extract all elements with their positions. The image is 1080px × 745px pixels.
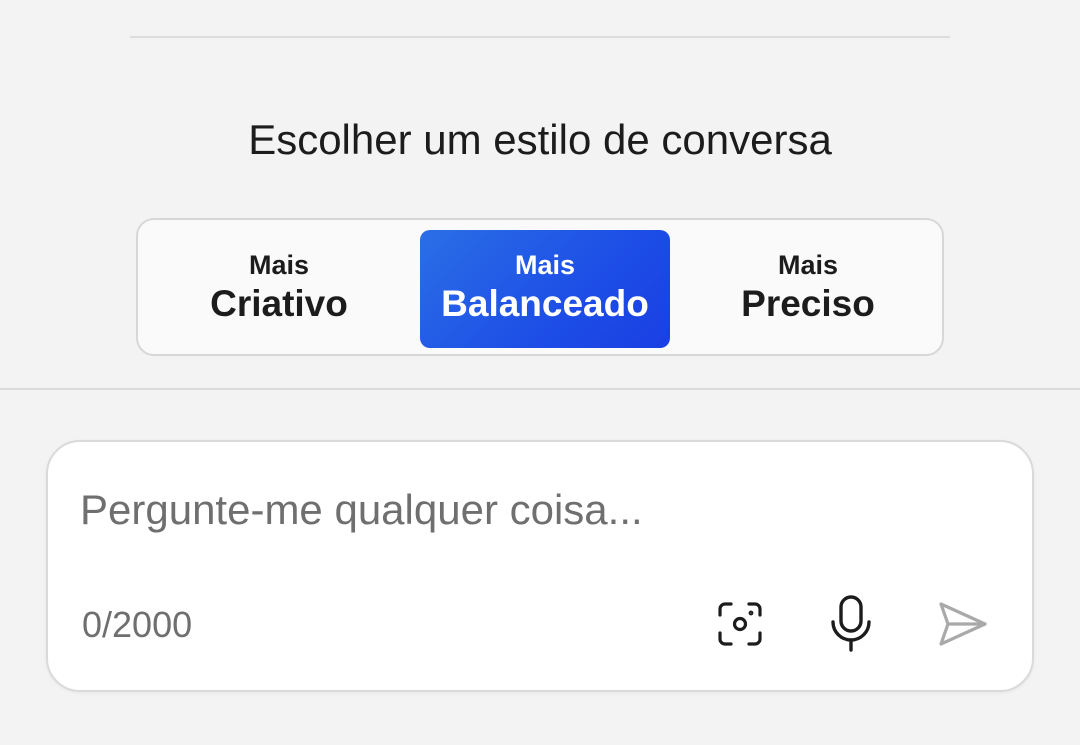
send-icon <box>939 602 987 646</box>
top-divider <box>130 36 950 38</box>
section-divider <box>0 388 1080 390</box>
conversation-style-selector: Mais Criativo Mais Balanceado Mais Preci… <box>136 218 944 356</box>
style-option-prefix: Mais <box>777 250 839 280</box>
style-option-prefix: Mais <box>248 250 310 280</box>
send-button[interactable] <box>931 592 995 656</box>
chat-input[interactable] <box>80 480 980 540</box>
conversation-style-heading: Escolher um estilo de conversa <box>248 116 832 163</box>
visual-search-icon <box>718 602 762 646</box>
microphone-button[interactable] <box>819 592 883 656</box>
style-option-precise[interactable]: Mais Preciso <box>683 230 933 348</box>
visual-search-button[interactable] <box>708 592 772 656</box>
style-option-prefix: Mais <box>514 250 576 280</box>
style-option-label: Criativo <box>210 283 348 324</box>
style-option-balanced[interactable]: Mais Balanceado <box>420 230 670 348</box>
microphone-icon <box>831 595 871 652</box>
style-option-label: Balanceado <box>441 283 649 324</box>
style-option-creative[interactable]: Mais Criativo <box>154 230 404 348</box>
chat-composer: 0/2000 <box>46 440 1034 692</box>
character-counter: 0/2000 <box>82 604 193 645</box>
style-option-label: Preciso <box>741 283 875 324</box>
